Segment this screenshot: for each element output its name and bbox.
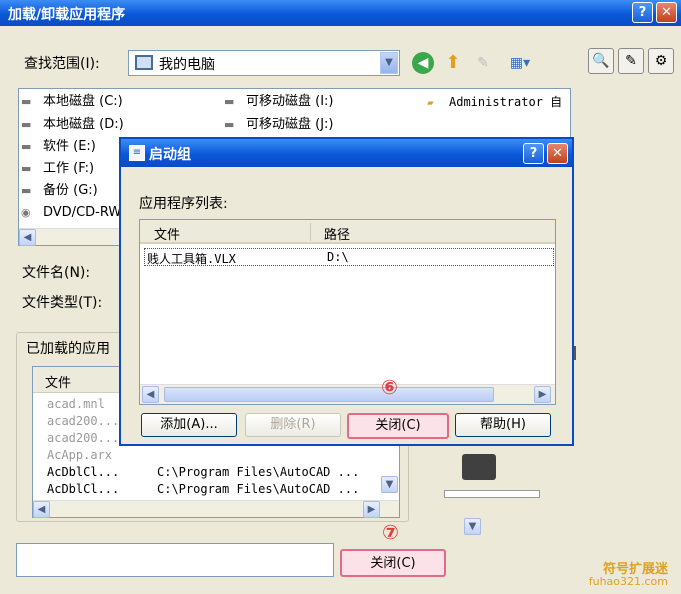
dialog-title: 启动组: [149, 147, 191, 163]
scroll-left-button[interactable]: ◀: [19, 229, 36, 246]
step-marker-6: ⑥: [381, 375, 398, 399]
step-marker-7: ⑦: [382, 520, 399, 544]
list-item[interactable]: ▬ 本地磁盘 (D:): [21, 115, 124, 135]
horizontal-scrollbar[interactable]: ◀ ▶: [140, 384, 555, 404]
column-header-path[interactable]: 路径: [324, 224, 350, 243]
scroll-thumb[interactable]: [164, 387, 494, 402]
column-header-file[interactable]: 文件: [154, 224, 180, 243]
look-in-value: 我的电脑: [159, 57, 215, 73]
filename-label: 文件名(N):: [22, 265, 91, 281]
list-item[interactable]: ▬ 本地磁盘 (C:): [21, 92, 123, 112]
new-folder-icon[interactable]: ✎: [472, 52, 494, 74]
folder-icon: ▰: [427, 96, 434, 109]
status-field: [16, 543, 334, 577]
hard-drive-icon: ▬: [21, 118, 32, 131]
help-button[interactable]: ?: [632, 2, 653, 23]
find-file-icon[interactable]: ✎: [618, 48, 644, 74]
hard-drive-icon: ▬: [21, 95, 32, 108]
dialog-titlebar: 加载/卸载应用程序: [0, 0, 681, 26]
dialog-title: 加载/卸载应用程序: [8, 7, 126, 23]
column-divider: [310, 223, 311, 241]
filetype-label: 文件类型(T):: [22, 295, 103, 311]
table-row[interactable]: acad.mnl: [47, 397, 105, 411]
list-item[interactable]: ▬ 软件 (E:): [21, 137, 96, 157]
hard-drive-icon: ▬: [21, 140, 32, 153]
table-row[interactable]: acad200...: [47, 414, 119, 428]
table-row[interactable]: acad200...: [47, 431, 119, 445]
close-window-button[interactable]: ✕: [656, 2, 677, 23]
loaded-applications-label: 已加载的应用: [26, 338, 110, 358]
table-row[interactable]: AcApp.arx: [47, 448, 112, 462]
look-in-label: 查找范围(I):: [24, 56, 100, 72]
scroll-down-button[interactable]: ▼: [464, 518, 481, 535]
application-list[interactable]: 文件 路径 贱人工具箱.VLX D:\ ◀ ▶: [139, 219, 556, 405]
back-icon[interactable]: ◀: [412, 52, 434, 74]
table-cell-path: D:\: [327, 250, 349, 264]
horizontal-scrollbar[interactable]: ◀ ▶: [33, 500, 399, 518]
table-cell-file: 贱人工具箱.VLX: [147, 252, 236, 266]
removable-drive-icon: ▬: [224, 118, 235, 131]
startup-suite-dialog: 启动组 ≡ ? ✕ 应用程序列表: 文件 路径 贱人工具箱.VLX D:\ ◀ …: [119, 137, 574, 446]
tools-icon[interactable]: ⚙: [648, 48, 674, 74]
list-item[interactable]: ◉ DVD/CD-RW: [21, 203, 121, 223]
scroll-right-button[interactable]: ▶: [534, 386, 551, 403]
hard-drive-icon: ▬: [21, 184, 32, 197]
chevron-down-icon[interactable]: ▼: [380, 52, 398, 74]
removable-drive-icon: ▬: [224, 95, 235, 108]
list-item[interactable]: ▬ 备份 (G:): [21, 181, 98, 201]
close-button[interactable]: 关闭(C): [347, 413, 449, 439]
separator: [444, 490, 540, 498]
scroll-right-button[interactable]: ▶: [363, 501, 380, 518]
view-menu-icon[interactable]: ▦▾: [504, 52, 536, 74]
help-button[interactable]: ?: [523, 143, 544, 164]
table-row[interactable]: 贱人工具箱.VLX D:\: [144, 248, 554, 266]
up-folder-icon[interactable]: ⬆: [442, 52, 464, 74]
scroll-left-button[interactable]: ◀: [142, 386, 159, 403]
column-header-file[interactable]: 文件: [45, 372, 71, 391]
list-header: 文件 路径: [140, 220, 555, 244]
list-item[interactable]: ▬ 可移动磁盘 (I:): [224, 92, 334, 112]
list-item[interactable]: ▰ Administrator 自: [427, 92, 562, 112]
remove-button[interactable]: 删除(R): [245, 413, 341, 437]
search-icon[interactable]: 🔍: [588, 48, 614, 74]
scroll-left-button[interactable]: ◀: [33, 501, 50, 518]
table-row[interactable]: AcDblCl...: [47, 465, 119, 479]
cd-drive-icon: ◉: [21, 206, 31, 219]
close-window-button[interactable]: ✕: [547, 143, 568, 164]
hard-drive-icon: ▬: [21, 162, 32, 175]
app-icon: ≡: [129, 145, 145, 161]
dialog-titlebar: 启动组: [121, 139, 572, 167]
computer-icon: [135, 55, 153, 70]
startup-suitcase-icon[interactable]: [462, 454, 496, 480]
look-in-dropdown[interactable]: 我的电脑 ▼: [128, 50, 400, 76]
list-item[interactable]: ▬ 可移动磁盘 (J:): [224, 115, 334, 135]
table-cell-path: C:\Program Files\AutoCAD ...: [157, 465, 360, 479]
help-dialog-button[interactable]: 帮助(H): [455, 413, 551, 437]
app-list-label: 应用程序列表:: [139, 196, 228, 212]
list-item[interactable]: ▬ 工作 (F:): [21, 159, 94, 179]
scroll-down-button[interactable]: ▼: [381, 476, 398, 493]
watermark-url: fuhao321.com: [588, 575, 668, 588]
table-row[interactable]: AcDblCl...: [47, 482, 119, 496]
table-cell-path: C:\Program Files\AutoCAD ...: [157, 482, 360, 496]
add-button[interactable]: 添加(A)...: [141, 413, 237, 437]
close-button[interactable]: 关闭(C): [340, 549, 446, 577]
